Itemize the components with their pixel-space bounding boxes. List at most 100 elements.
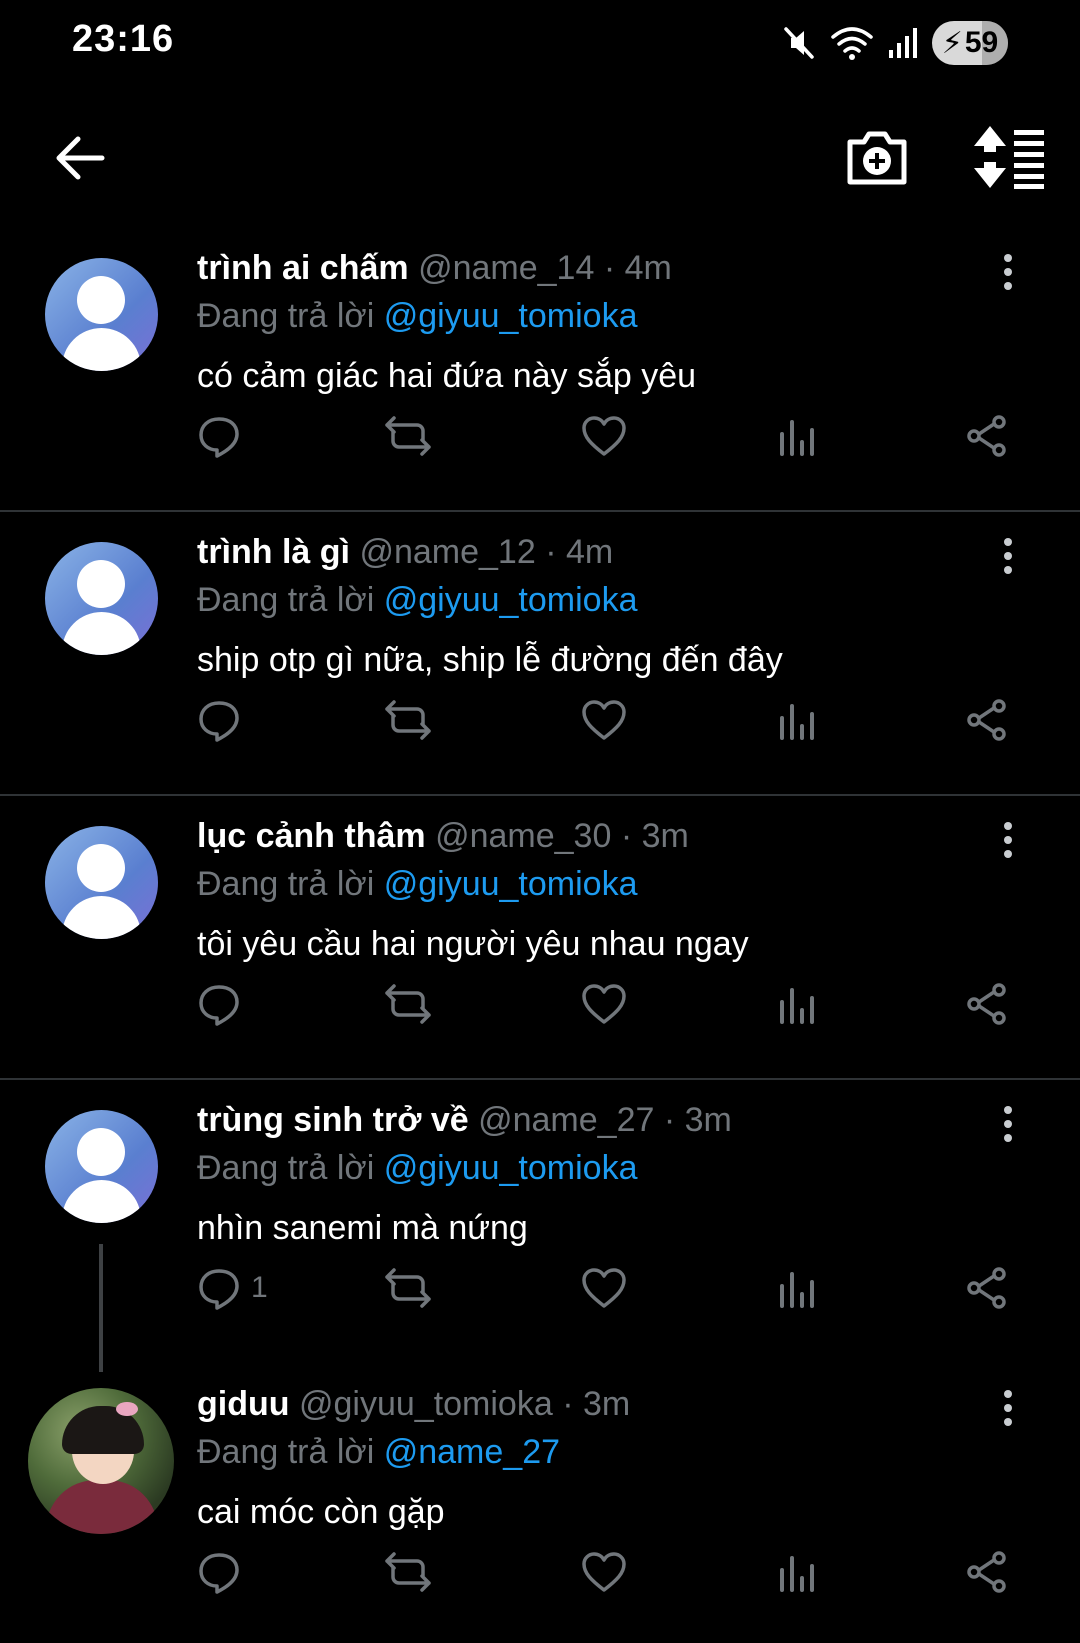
separator-dot: ·	[663, 1101, 676, 1139]
reply-item[interactable]: trùng sinh trở về @name_27 · 3m Đang trả…	[0, 1080, 1080, 1364]
mention-link[interactable]: @giyuu_tomioka	[384, 581, 638, 619]
avatar[interactable]	[45, 542, 158, 655]
share-icon	[967, 1551, 1006, 1593]
like-button[interactable]	[581, 408, 627, 464]
retweet-button[interactable]	[383, 1544, 433, 1600]
like-button[interactable]	[581, 976, 627, 1032]
more-options-icon[interactable]	[996, 1386, 1020, 1430]
replying-to-label: Đang trả lời	[197, 1433, 375, 1471]
heart-icon	[582, 416, 626, 456]
more-options-icon[interactable]	[996, 534, 1020, 578]
more-options-icon[interactable]	[996, 818, 1020, 862]
share-button[interactable]	[965, 1544, 1009, 1600]
reply-header: trình ai chấm @name_14 · 4m	[197, 246, 990, 290]
like-button[interactable]	[581, 1260, 627, 1316]
share-button[interactable]	[965, 1260, 1009, 1316]
reply-header: lục cảnh thâm @name_30 · 3m	[197, 814, 990, 858]
reply-item[interactable]: trình ai chấm @name_14 · 4m Đang trả lời…	[0, 228, 1080, 512]
author-name[interactable]: giduu	[197, 1385, 290, 1423]
like-button[interactable]	[581, 692, 627, 748]
replying-to: Đang trả lời @giyuu_tomioka	[197, 1146, 990, 1190]
author-name[interactable]: trình là gì	[197, 533, 350, 571]
reply-button[interactable]	[197, 1544, 251, 1600]
reply-button[interactable]	[197, 976, 251, 1032]
status-bar: 23:16 ⚡ 59	[0, 0, 1080, 88]
retweet-button[interactable]	[383, 976, 433, 1032]
avatar[interactable]	[45, 258, 158, 371]
reply-item[interactable]: trình là gì @name_12 · 4m Đang trả lời @…	[0, 512, 1080, 796]
author-name[interactable]: trình ai chấm	[197, 249, 409, 287]
reply-content: lục cảnh thâm @name_30 · 3m Đang trả lời…	[197, 814, 990, 966]
author-handle: @name_12	[359, 533, 536, 571]
share-button[interactable]	[965, 692, 1009, 748]
reply-button[interactable]	[197, 408, 251, 464]
more-options-icon[interactable]	[996, 250, 1020, 294]
views-button[interactable]	[777, 692, 817, 748]
reply-time: 4m	[565, 533, 614, 571]
heart-icon	[582, 700, 626, 740]
share-button[interactable]	[965, 408, 1009, 464]
views-button[interactable]	[777, 976, 817, 1032]
mention-link[interactable]: @giyuu_tomioka	[384, 865, 638, 903]
camera-add-icon[interactable]	[842, 122, 912, 192]
share-button[interactable]	[965, 976, 1009, 1032]
reply-time: 4m	[624, 249, 672, 287]
reply-item[interactable]: lục cảnh thâm @name_30 · 3m Đang trả lời…	[0, 796, 1080, 1080]
sort-icon[interactable]	[972, 122, 1048, 192]
reply-header: trùng sinh trở về @name_27 · 3m	[197, 1098, 990, 1142]
views-button[interactable]	[777, 1544, 817, 1600]
heart-icon	[582, 1268, 626, 1308]
bar-chart-icon	[780, 704, 814, 740]
retweet-button[interactable]	[383, 1260, 433, 1316]
comment-icon	[199, 701, 239, 742]
bar-chart-icon	[780, 988, 814, 1024]
more-options-icon[interactable]	[996, 1102, 1020, 1146]
replies-feed: trình ai chấm @name_14 · 4m Đang trả lời…	[0, 228, 1080, 1643]
share-icon	[967, 415, 1006, 457]
reply-button[interactable]: 1	[197, 1260, 268, 1316]
views-button[interactable]	[777, 1260, 817, 1316]
views-button[interactable]	[777, 408, 817, 464]
retweet-icon	[385, 1268, 431, 1308]
action-bar	[197, 408, 1017, 464]
retweet-button[interactable]	[383, 692, 433, 748]
avatar[interactable]	[45, 1110, 158, 1223]
status-icons: ⚡ 59	[782, 20, 1008, 66]
action-bar	[197, 692, 1017, 748]
author-name[interactable]: trùng sinh trở về	[197, 1101, 469, 1139]
reply-content: trùng sinh trở về @name_27 · 3m Đang trả…	[197, 1098, 990, 1250]
reply-content: giduu @giyuu_tomioka · 3m Đang trả lời @…	[197, 1382, 990, 1534]
mention-link[interactable]: @name_27	[384, 1433, 560, 1471]
replying-to-label: Đang trả lời	[197, 581, 375, 619]
mention-link[interactable]: @giyuu_tomioka	[384, 1149, 638, 1187]
heart-icon	[582, 1552, 626, 1592]
reply-button[interactable]	[197, 692, 251, 748]
author-name[interactable]: lục cảnh thâm	[197, 817, 426, 855]
retweet-button[interactable]	[383, 408, 433, 464]
replying-to: Đang trả lời @giyuu_tomioka	[197, 862, 990, 906]
wifi-icon	[831, 27, 873, 60]
replying-to-label: Đang trả lời	[197, 297, 375, 335]
like-button[interactable]	[581, 1544, 627, 1600]
reply-header: giduu @giyuu_tomioka · 3m	[197, 1382, 990, 1426]
avatar[interactable]	[45, 826, 158, 939]
back-arrow-icon[interactable]	[50, 128, 110, 188]
action-bar	[197, 976, 1017, 1032]
author-handle: @giyuu_tomioka	[298, 1385, 553, 1423]
comment-icon	[199, 985, 239, 1026]
heart-icon	[582, 984, 626, 1024]
share-icon	[967, 699, 1006, 741]
reply-count: 1	[251, 1271, 268, 1304]
retweet-icon	[385, 700, 431, 740]
retweet-icon	[385, 1552, 431, 1592]
reply-item[interactable]: giduu @giyuu_tomioka · 3m Đang trả lời @…	[0, 1364, 1080, 1643]
status-time: 23:16	[72, 18, 175, 60]
separator-dot: ·	[545, 533, 557, 571]
reply-text: có cảm giác hai đứa này sắp yêu	[197, 357, 697, 395]
signal-icon	[889, 28, 917, 58]
avatar[interactable]	[28, 1388, 174, 1534]
separator-dot: ·	[562, 1385, 574, 1423]
reply-content: trình ai chấm @name_14 · 4m Đang trả lời…	[197, 246, 990, 398]
mention-link[interactable]: @giyuu_tomioka	[384, 297, 638, 335]
share-icon	[967, 1267, 1006, 1309]
